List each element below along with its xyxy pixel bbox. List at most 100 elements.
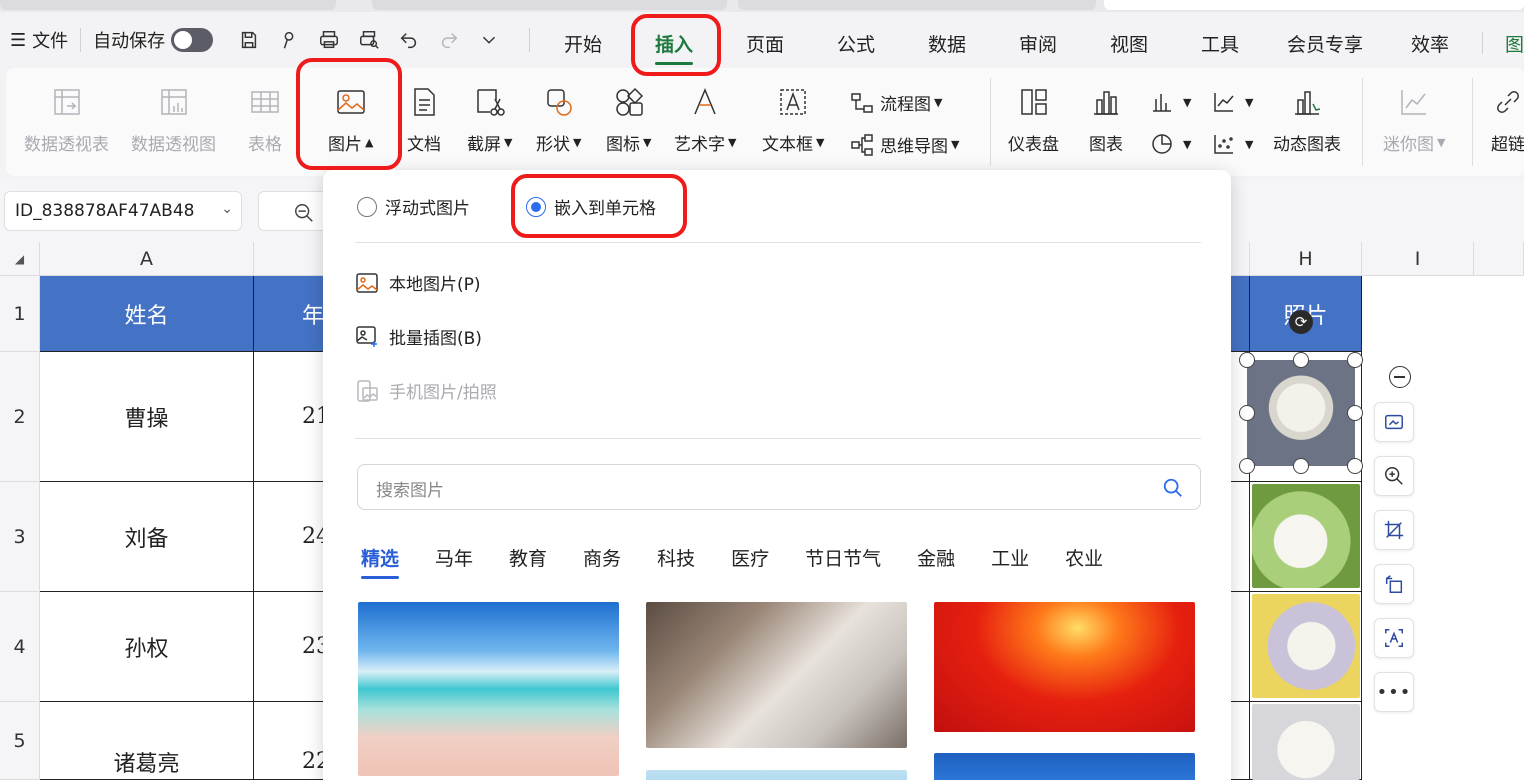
window-tab[interactable] — [372, 0, 727, 10]
resize-handle[interactable] — [1347, 405, 1363, 421]
tab-view[interactable]: 视图 — [1110, 30, 1148, 57]
icon-button[interactable]: 图标 ▼ — [606, 84, 651, 155]
scatter-chart-button[interactable]: ▼ — [1212, 132, 1253, 156]
window-tab-active[interactable] — [1104, 0, 1524, 10]
category-featured[interactable]: 精选 — [361, 544, 400, 579]
tab-page[interactable]: 页面 — [746, 30, 784, 57]
column-chart-button[interactable]: ▼ — [1150, 90, 1191, 114]
resize-handle[interactable] — [1239, 458, 1255, 474]
more-button[interactable]: ••• — [1374, 672, 1414, 712]
category-business[interactable]: 商务 — [583, 544, 621, 571]
row-header[interactable]: 3 — [0, 482, 40, 592]
mindmap-button[interactable]: 思维导图 ▼ — [850, 132, 959, 157]
name-box[interactable]: ID_838878AF47AB48 ⌄ — [4, 191, 242, 231]
row-header[interactable]: 4 — [0, 592, 40, 702]
chart-button[interactable]: 图表 — [1088, 84, 1124, 155]
row-header[interactable]: 1 — [0, 276, 40, 352]
resize-handle[interactable] — [1239, 405, 1255, 421]
print-preview-icon[interactable] — [357, 28, 381, 52]
cell-age[interactable]: 22 — [254, 702, 334, 780]
column-header-i[interactable]: I — [1362, 242, 1474, 276]
category-tech[interactable]: 科技 — [657, 544, 695, 571]
tab-member[interactable]: 会员专享 — [1287, 30, 1363, 57]
sparkline-button[interactable]: 迷你图 ▼ — [1383, 84, 1445, 155]
tab-review[interactable]: 审阅 — [1019, 30, 1057, 57]
cell-age[interactable]: 21 — [254, 352, 334, 482]
search-picture-input[interactable]: 搜索图片 — [357, 464, 1201, 510]
file-menu[interactable]: 文件 — [32, 27, 68, 53]
line-chart-button[interactable]: ▼ — [1212, 90, 1253, 114]
save-icon[interactable] — [237, 28, 261, 52]
zoom-in-button[interactable] — [1374, 456, 1414, 496]
tab-overflow[interactable]: 图 — [1505, 30, 1524, 57]
cell-name[interactable]: 曹操 — [40, 352, 254, 482]
column-header-b[interactable] — [254, 242, 334, 276]
category-industry[interactable]: 工业 — [991, 544, 1029, 571]
cell-age-header[interactable]: 年 — [254, 276, 334, 352]
window-tab[interactable] — [738, 0, 1096, 10]
dog-photo[interactable] — [1252, 704, 1360, 780]
category-agriculture[interactable]: 农业 — [1065, 544, 1103, 571]
column-header-j[interactable] — [1474, 242, 1524, 276]
hyperlink-button[interactable]: 超链 — [1490, 84, 1524, 155]
column-header-h[interactable]: H — [1250, 242, 1362, 276]
textbox-button[interactable]: 文本框 ▼ — [762, 84, 824, 155]
dashboard-button[interactable]: 仪表盘 — [1008, 84, 1059, 155]
tab-tools[interactable]: 工具 — [1201, 30, 1239, 57]
category-festival[interactable]: 节日节气 — [805, 544, 881, 571]
phone-picture-item[interactable]: 手机图片/拍照 — [355, 378, 497, 403]
wordart-button[interactable]: 艺术字 ▼ — [674, 84, 736, 155]
stock-image[interactable] — [646, 770, 907, 780]
row-header[interactable]: 5 — [0, 702, 40, 780]
cell-g[interactable] — [1230, 592, 1250, 702]
screenshot-button[interactable]: 截屏 ▼ — [467, 84, 512, 155]
dog-photo[interactable] — [1247, 360, 1355, 466]
undo-icon[interactable] — [397, 28, 421, 52]
print-icon[interactable] — [317, 28, 341, 52]
stock-image-red[interactable] — [934, 602, 1195, 732]
hamburger-icon[interactable]: ☰ — [10, 30, 26, 51]
stock-image-beach[interactable] — [358, 602, 619, 776]
window-tab[interactable] — [0, 0, 336, 10]
resize-handle[interactable] — [1293, 458, 1309, 474]
cell-name[interactable]: 刘备 — [40, 482, 254, 592]
zoom-button[interactable] — [258, 191, 328, 231]
batch-insert-item[interactable]: 批量插图(B) — [355, 324, 482, 349]
stock-image-blue[interactable] — [934, 753, 1195, 780]
stock-image-office[interactable] — [646, 602, 907, 748]
cell-age[interactable]: 24 — [254, 482, 334, 592]
table-button[interactable]: 表格 — [247, 84, 283, 155]
chevron-down-icon[interactable] — [477, 28, 501, 52]
cell-g[interactable] — [1230, 482, 1250, 592]
dog-photo[interactable] — [1252, 594, 1360, 698]
select-all-corner[interactable]: ◢ — [0, 242, 40, 276]
tab-home[interactable]: 开始 — [564, 30, 602, 57]
cell-name[interactable]: 诸葛亮 — [40, 702, 254, 780]
pivot-table-button[interactable]: 数据透视表 — [24, 84, 109, 155]
cell-g[interactable] — [1230, 702, 1250, 780]
category-medical[interactable]: 医疗 — [731, 544, 769, 571]
resize-handle[interactable] — [1239, 352, 1255, 368]
cell-age[interactable]: 23 — [254, 592, 334, 702]
redo-icon[interactable] — [437, 28, 461, 52]
cell-g-header[interactable] — [1230, 276, 1250, 352]
row-header[interactable]: 2 — [0, 352, 40, 482]
autosave-toggle[interactable] — [171, 28, 214, 52]
floating-picture-option[interactable]: 浮动式图片 — [357, 194, 470, 219]
radio-floating[interactable] — [357, 196, 377, 217]
resize-handle[interactable] — [1347, 352, 1363, 368]
search-icon[interactable] — [1162, 477, 1184, 499]
dog-photo[interactable] — [1252, 484, 1360, 588]
cell-name-header[interactable]: 姓名 — [40, 276, 254, 352]
ocr-button[interactable] — [1374, 618, 1414, 658]
tab-formula[interactable]: 公式 — [837, 30, 875, 57]
resize-handle[interactable] — [1293, 352, 1309, 368]
crop-button[interactable] — [1374, 510, 1414, 550]
resize-handle[interactable] — [1347, 458, 1363, 474]
document-button[interactable]: 文档 — [406, 84, 442, 155]
rotate-button[interactable] — [1374, 564, 1414, 604]
rotate-handle-icon[interactable]: ⟳ — [1289, 310, 1313, 334]
local-picture-item[interactable]: 本地图片(P) — [355, 270, 481, 295]
column-header-g[interactable] — [1230, 242, 1250, 276]
flowchart-button[interactable]: 流程图 ▼ — [850, 90, 942, 115]
